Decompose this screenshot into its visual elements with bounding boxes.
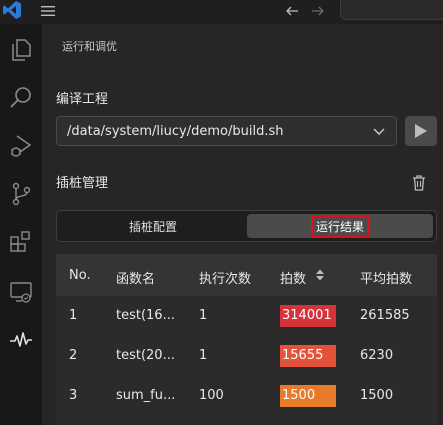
average-ticks: 1500	[360, 388, 394, 403]
function-name: test(16...	[116, 308, 175, 323]
call-count: 100	[199, 388, 224, 403]
tab-instrument-config[interactable]: 插桩配置	[60, 214, 246, 238]
row-number: 3	[69, 388, 78, 403]
activity-performance[interactable]	[0, 320, 42, 360]
call-count: 1	[199, 308, 208, 323]
table-header: No. 函数名 执行次数 拍数 平均拍数	[56, 254, 437, 296]
instrument-section-title: 插桩管理	[56, 176, 109, 191]
back-arrow-icon[interactable]	[284, 3, 300, 19]
table-row[interactable]: 2 test(20... 1 15655 6230	[56, 336, 437, 376]
column-header[interactable]: 拍数	[280, 268, 306, 287]
row-number: 1	[69, 308, 78, 323]
tab-label: 插桩配置	[128, 219, 177, 234]
result-tabs: 插桩配置 运行结果	[56, 210, 437, 242]
tab-run-results[interactable]: 运行结果	[247, 214, 433, 238]
activity-bar	[0, 24, 42, 425]
explorer-icon	[12, 39, 31, 61]
run-button[interactable]	[405, 116, 437, 146]
build-script-select[interactable]: /data/system/liucy/demo/build.sh	[56, 116, 397, 146]
activity-search[interactable]	[0, 78, 42, 118]
search-icon	[10, 87, 31, 108]
average-ticks: 261585	[360, 308, 410, 323]
row-number: 2	[69, 348, 78, 363]
call-count: 1	[199, 348, 208, 363]
chevron-down-icon	[373, 128, 385, 135]
sort-icon[interactable]	[315, 268, 325, 282]
tab-label: 运行结果	[310, 214, 369, 238]
extensions-icon	[10, 231, 30, 252]
table-row[interactable]: 1 test(16... 1 314001 261585	[56, 296, 437, 336]
column-header[interactable]: 平均拍数	[360, 268, 412, 287]
results-table: No. 函数名 执行次数 拍数 平均拍数 1 test(16... 1 3140…	[56, 254, 437, 425]
column-header[interactable]: No.	[69, 268, 91, 283]
activity-source-control[interactable]	[0, 174, 42, 214]
forward-arrow-icon[interactable]	[310, 3, 326, 19]
trash-icon[interactable]	[411, 174, 427, 192]
column-header[interactable]: 函数名	[116, 268, 155, 287]
compile-section-title: 编译工程	[56, 92, 109, 107]
source-control-icon	[12, 182, 31, 206]
average-ticks: 6230	[360, 348, 394, 363]
function-name: sum_fu...	[116, 388, 176, 403]
breadcrumb: 运行和调优	[62, 40, 117, 53]
tick-count: 1500	[280, 385, 336, 407]
menu-icon[interactable]	[40, 4, 56, 18]
function-name: test(20...	[116, 348, 175, 363]
command-center[interactable]	[340, 0, 443, 20]
activity-remote-explorer[interactable]	[0, 272, 42, 312]
activity-explorer[interactable]	[0, 30, 42, 70]
performance-icon	[10, 332, 32, 347]
activity-extensions[interactable]	[0, 222, 42, 262]
build-script-value: /data/system/liucy/demo/build.sh	[67, 124, 284, 139]
tick-count: 314001	[280, 305, 336, 327]
activity-run-debug[interactable]	[0, 126, 42, 166]
vscode-logo	[3, 1, 21, 19]
play-icon	[415, 124, 427, 138]
run-debug-icon	[11, 135, 32, 157]
title-bar	[0, 0, 443, 24]
column-header[interactable]: 执行次数	[199, 268, 251, 287]
table-row[interactable]: 3 sum_fu... 100 1500 1500	[56, 376, 437, 416]
tick-count: 15655	[280, 345, 336, 367]
remote-explorer-icon	[10, 282, 32, 303]
